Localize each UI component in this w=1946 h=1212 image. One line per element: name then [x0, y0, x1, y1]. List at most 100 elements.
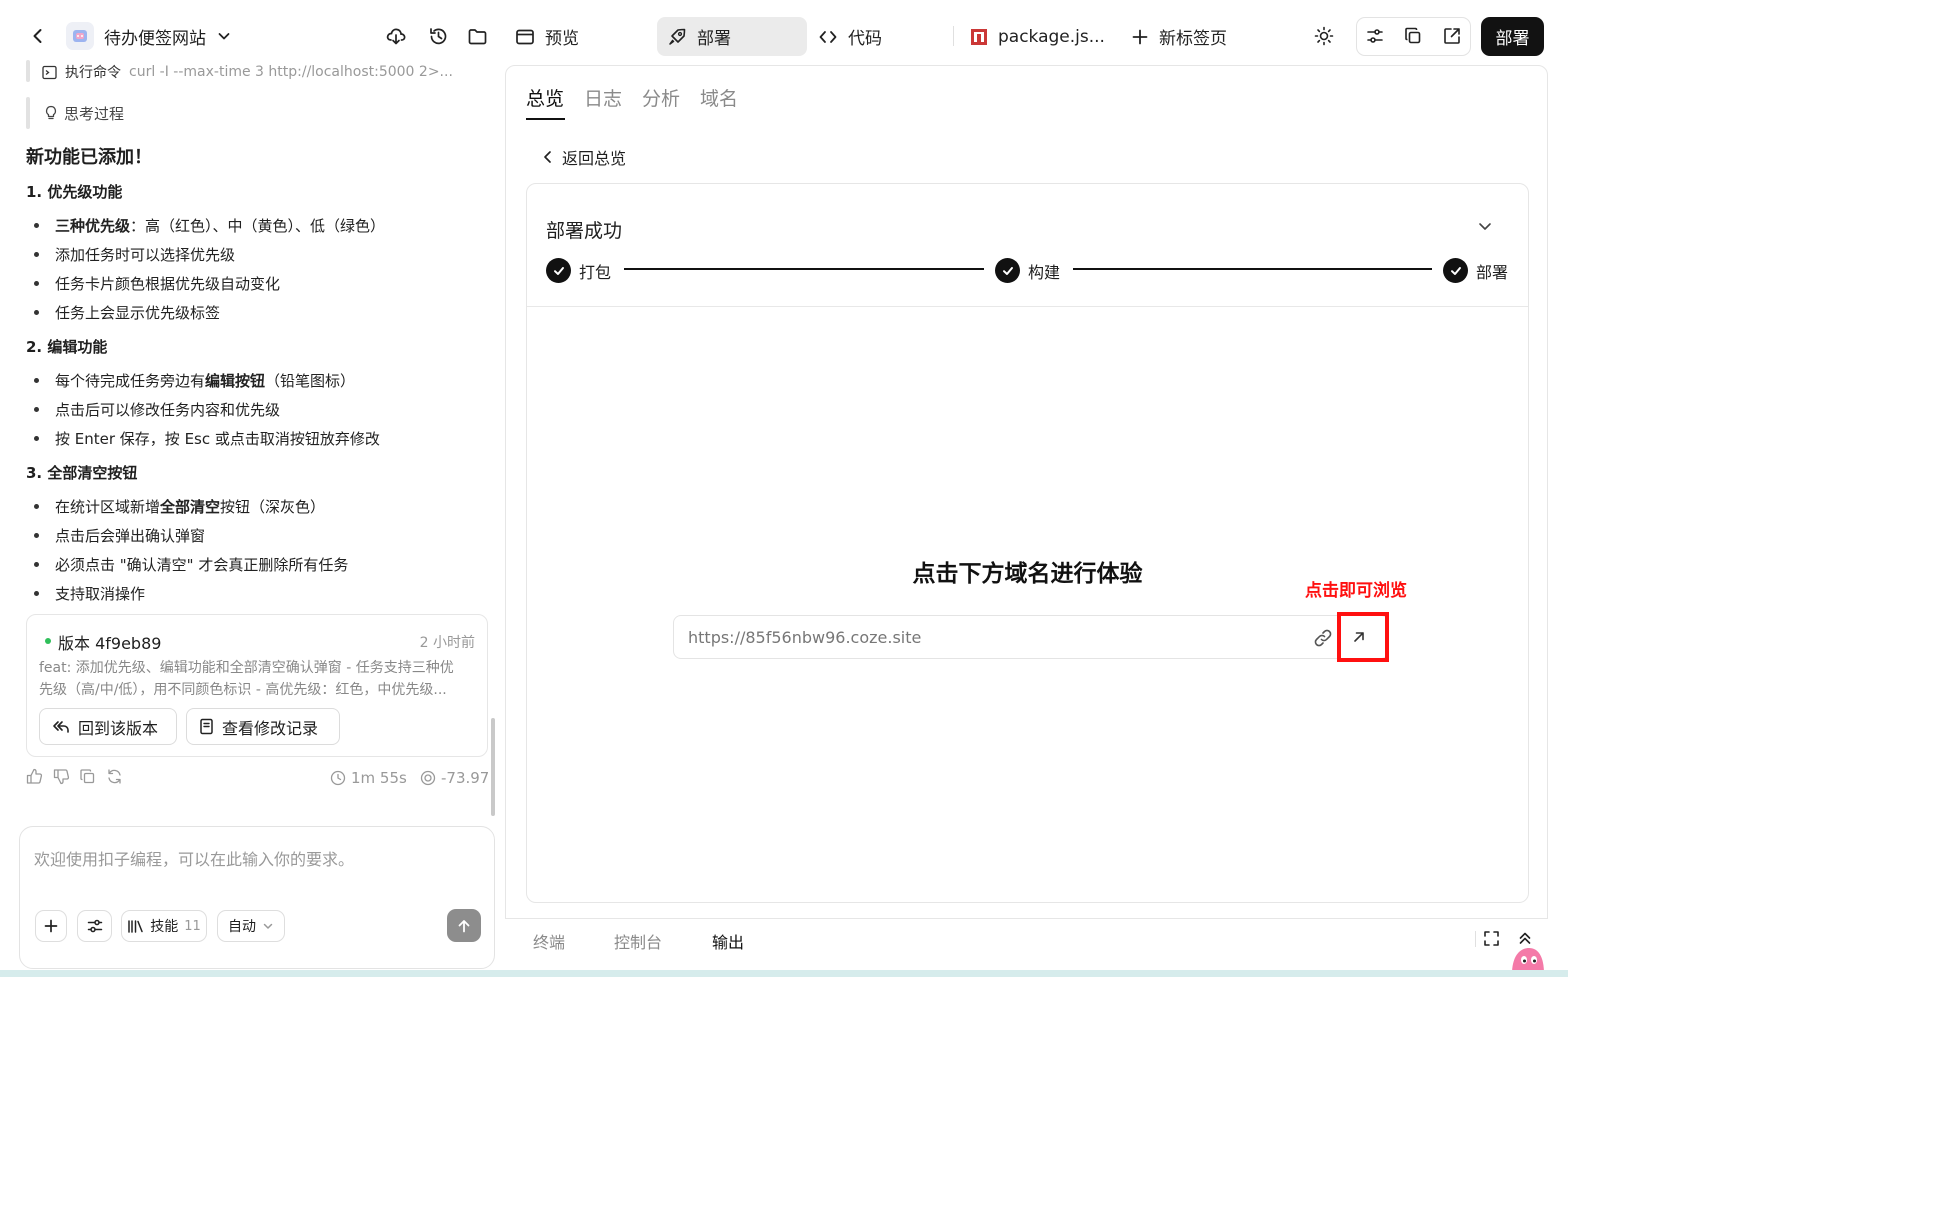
plus-icon — [1131, 28, 1149, 46]
cloud-download-icon[interactable] — [384, 24, 408, 48]
tab-code[interactable]: 代码 — [808, 17, 938, 56]
deploy-status-title: 部署成功 — [546, 220, 623, 242]
tab-deploy[interactable]: 部署 — [657, 17, 807, 56]
app-logo-icon — [66, 22, 94, 50]
list-item: 支持取消操作 — [34, 583, 145, 604]
active-tab-indicator — [526, 118, 565, 120]
mode-select[interactable]: 自动 — [217, 910, 285, 942]
deploy-status-card: 部署成功 打包 构建 部署 点击下方域名进行体验 点击即可浏览 https://… — [526, 183, 1529, 903]
skills-button[interactable]: 技能 11 — [121, 910, 207, 942]
terminal-icon — [42, 65, 57, 80]
deploy-panel: 总览 日志 分析 域名 返回总览 部署成功 打包 构建 部署 点击下方域名进行体… — [505, 65, 1548, 957]
status-dot — [45, 638, 51, 644]
fullscreen-icon[interactable] — [1483, 930, 1500, 947]
list-item: 每个待完成任务旁边有 编辑按钮 （铅笔图标） — [34, 370, 355, 391]
tab-logs[interactable]: 日志 — [584, 84, 622, 111]
thumbs-down-icon[interactable] — [53, 768, 70, 785]
check-circle-icon — [995, 258, 1020, 283]
credits-meta: -73.97 — [420, 768, 489, 788]
list-item: 任务上会显示优先级标签 — [34, 302, 220, 323]
step-connector — [1073, 268, 1432, 270]
version-card: 版本 4f9eb89 2 小时前 feat: 添加优先级、编辑功能和全部清空确认… — [26, 614, 488, 757]
arrow-up-icon — [456, 918, 472, 934]
folder-icon[interactable] — [465, 24, 489, 48]
sliders-icon — [86, 917, 104, 935]
history-icon[interactable] — [426, 24, 450, 48]
chat-input-placeholder[interactable]: 欢迎使用扣子编程，可以在此输入你的要求。 — [34, 846, 354, 870]
duration-meta: 1m 55s — [330, 768, 407, 788]
back-to-overview-label: 返回总览 — [562, 149, 627, 168]
thinking-step[interactable]: 思考过程 — [44, 103, 124, 123]
tab-terminal[interactable]: 终端 — [533, 929, 565, 953]
step-package: 打包 — [546, 258, 611, 283]
tab-overview[interactable]: 总览 — [526, 84, 564, 111]
command-text: curl -I --max-time 3 http://localhost:50… — [129, 64, 453, 80]
section-heading: 1. 优先级功能 — [26, 183, 123, 201]
version-desc-line2: 先级（高/中/低），用不同颜色标识 - 高优先级：红色，中优先级... — [39, 682, 447, 698]
mode-select-value: 自动 — [228, 919, 256, 935]
tab-domains[interactable]: 域名 — [700, 84, 738, 111]
command-step[interactable]: 执行命令 curl -I --max-time 3 http://localho… — [42, 62, 482, 82]
step-rail — [26, 97, 30, 129]
view-history-label: 查看修改记录 — [222, 718, 319, 738]
chat-scrollbar[interactable] — [491, 718, 495, 816]
copy-message-icon[interactable] — [79, 768, 96, 785]
thinking-label: 思考过程 — [64, 104, 125, 123]
rocket-icon — [667, 27, 687, 47]
thumbs-up-icon[interactable] — [26, 768, 43, 785]
chat-input-box: 欢迎使用扣子编程，可以在此输入你的要求。 技能 11 自动 — [19, 826, 495, 969]
tab-analytics[interactable]: 分析 — [642, 84, 680, 111]
check-circle-icon — [546, 258, 571, 283]
send-button[interactable] — [447, 909, 481, 942]
step-connector — [624, 268, 984, 270]
back-chevron-icon[interactable] — [26, 24, 50, 48]
library-books-icon — [127, 919, 144, 934]
revert-version-button[interactable]: 回到该版本 — [39, 708, 177, 745]
card-divider — [527, 306, 1528, 307]
tab-output[interactable]: 输出 — [712, 929, 744, 953]
back-to-overview-link[interactable]: 返回总览 — [542, 146, 626, 168]
deploy-button[interactable]: 部署 — [1481, 17, 1544, 56]
revert-version-label: 回到该版本 — [78, 718, 159, 738]
tab-new[interactable]: 新标签页 — [1121, 17, 1241, 56]
sun-theme-icon[interactable] — [1312, 24, 1336, 48]
sliders-icon[interactable] — [1363, 24, 1387, 48]
command-prefix: 执行命令 — [65, 65, 121, 81]
tab-console[interactable]: 控制台 — [614, 929, 662, 953]
version-time: 2 小时前 — [419, 635, 475, 651]
tab-preview[interactable]: 预览 — [505, 17, 625, 56]
npm-file-icon — [970, 28, 988, 46]
window-frame-edge — [0, 970, 1568, 977]
attach-button[interactable] — [35, 910, 67, 942]
app-switcher[interactable]: 待办便签网站 — [66, 20, 232, 52]
link-icon[interactable] — [1312, 627, 1334, 649]
code-brackets-icon — [818, 27, 838, 47]
plus-icon — [43, 918, 59, 934]
response-title: 新功能已添加！ — [26, 147, 152, 168]
skills-count: 11 — [184, 918, 201, 934]
tab-new-label: 新标签页 — [1159, 29, 1227, 49]
tab-divider — [953, 26, 954, 46]
options-button[interactable] — [77, 910, 112, 942]
regenerate-icon[interactable] — [106, 768, 123, 785]
chevron-down-icon — [262, 920, 274, 932]
tab-preview-label: 预览 — [545, 29, 579, 49]
check-circle-icon — [1443, 258, 1468, 283]
copy-icon[interactable] — [1401, 24, 1425, 48]
view-history-button[interactable]: 查看修改记录 — [186, 708, 340, 745]
list-item: 点击后可以修改任务内容和优先级 — [34, 399, 280, 420]
bottom-panel-tabs: 终端 控制台 输出 — [505, 918, 1548, 958]
duration-value: 1m 55s — [351, 769, 407, 787]
reply-all-icon — [52, 719, 70, 735]
deployed-url-field[interactable]: https://85f56nbw96.coze.site — [673, 615, 1389, 659]
chevron-down-icon — [216, 28, 232, 44]
list-item: 按 Enter 保存，按 Esc 或点击取消按钮放弃修改 — [34, 428, 380, 449]
step-package-label: 打包 — [579, 262, 612, 282]
collapse-chevron-icon[interactable] — [1476, 217, 1494, 235]
tab-package-json[interactable]: package.js... — [960, 17, 1110, 56]
list-item: 点击后会弹出确认弹窗 — [34, 525, 205, 546]
skills-label: 技能 — [150, 919, 179, 935]
external-link-icon[interactable] — [1440, 24, 1464, 48]
list-item: 在统计区域新增 全部清空 按钮（深灰色） — [34, 496, 325, 517]
app-name-label: 待办便签网站 — [104, 28, 206, 49]
